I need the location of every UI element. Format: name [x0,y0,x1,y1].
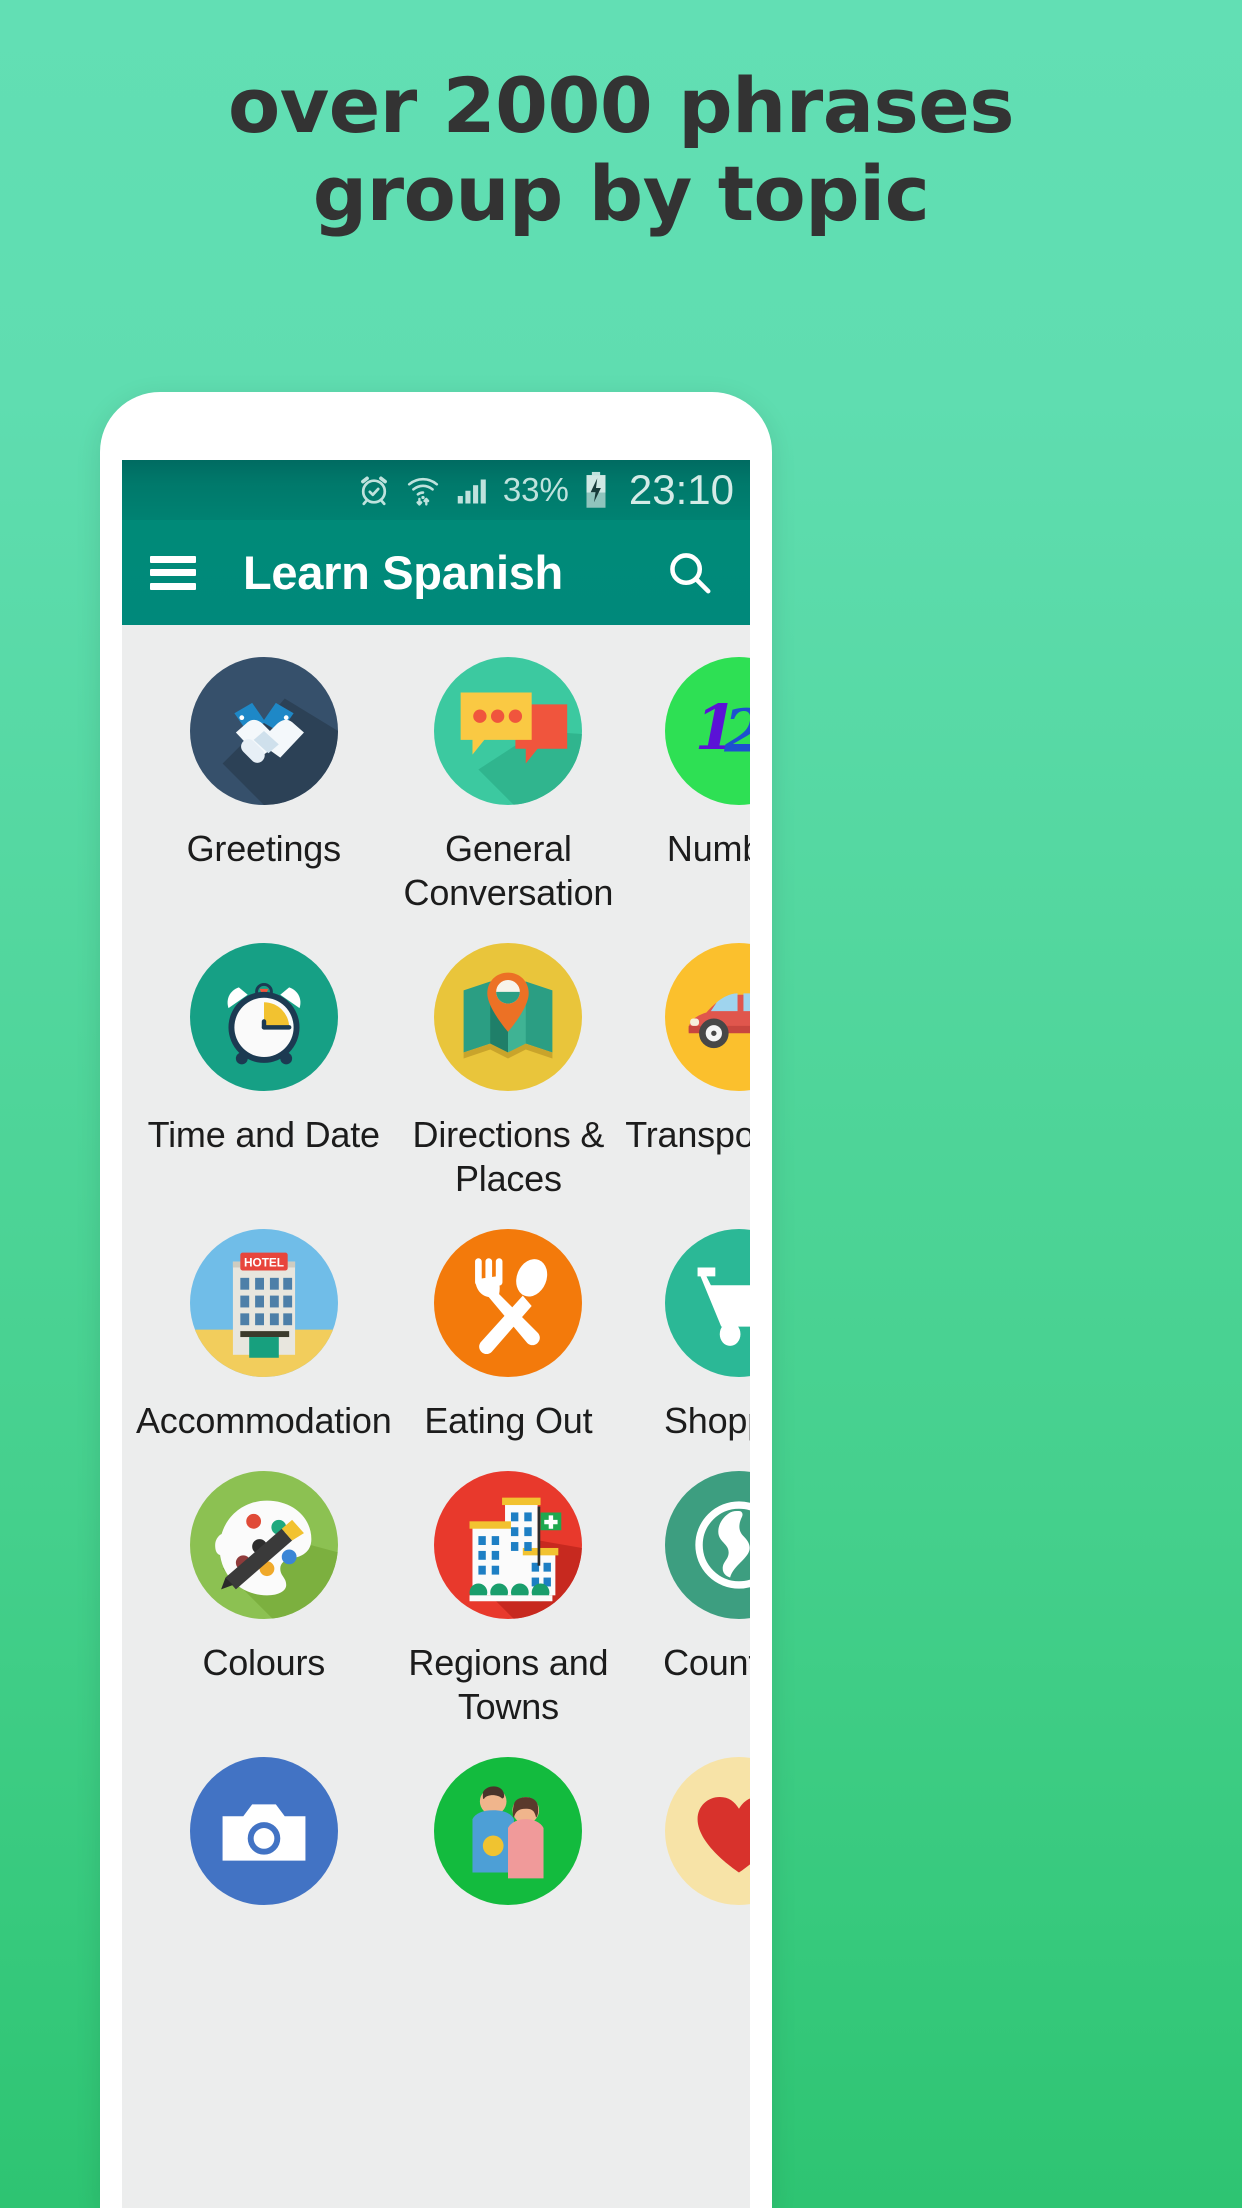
tile-label: Directions & Places [412,1114,605,1199]
handshake-icon [189,657,338,805]
alarm-clock-icon [189,943,338,1091]
city-buildings-icon [434,1471,583,1619]
speech-bubbles-icon [434,657,583,805]
tile-label: Eating Out [424,1400,593,1441]
app-bar: Learn Spanish [122,520,750,625]
shopping-cart-icon [665,1229,750,1377]
category-tile-time-and-date[interactable]: Time and Date [130,925,398,1211]
search-icon[interactable] [658,541,722,605]
phone-mockup: 33% 23:10 Learn Spanish Greetings Genera… [100,392,772,2208]
tile-label: Numbers [666,828,750,869]
category-tile-transportation[interactable]: Transportation [619,925,750,1211]
category-tile-family[interactable] [398,1739,620,1937]
category-tile-photography[interactable] [130,1739,398,1937]
tile-label: Shopping [663,1400,750,1441]
page-title: Learn Spanish [243,546,563,599]
promo-headline-line2: group by topic [312,149,930,238]
heart-arrow-icon [665,1757,750,1905]
tile-label: Regions and Towns [408,1642,609,1727]
category-tile-colours[interactable]: Colours [130,1453,398,1739]
category-tile-shopping[interactable]: Shopping [619,1211,750,1453]
alarm-clock-icon [356,472,392,508]
promo-headline-line1: over 2000 phrases [227,61,1015,150]
phone-screen: 33% 23:10 Learn Spanish Greetings Genera… [122,460,750,2208]
tile-label: Accommodation [136,1400,392,1441]
fork-spoon-icon [434,1229,583,1377]
one-two-three-icon: 1 2 3 [665,657,750,805]
svg-text:HOTEL: HOTEL [244,1256,284,1270]
promo-headline: over 2000 phrases group by topic [0,62,1242,238]
hamburger-menu-icon[interactable] [150,555,196,590]
tile-label: Colours [202,1642,326,1683]
battery-percent-label: 33% [502,471,569,508]
tile-label: Transportation [625,1114,750,1155]
status-bar: 33% 23:10 [122,460,750,520]
category-tile-general-conversation[interactable]: General Conversation [398,639,620,925]
couple-icon [434,1757,583,1905]
svg-text:2: 2 [723,696,750,766]
hotel-building-icon: HOTEL [189,1229,338,1377]
battery-charging-icon [582,471,610,509]
camera-icon [189,1757,338,1905]
category-tile-romance[interactable] [619,1739,750,1937]
category-grid: Greetings General Conversation 1 2 3 Num… [122,625,750,1937]
tile-label: Greetings [186,828,341,869]
cellular-signal-icon [454,472,490,508]
category-tile-greetings[interactable]: Greetings [130,639,398,925]
category-tile-numbers[interactable]: 1 2 3 Numbers [619,639,750,925]
car-icon [665,943,750,1091]
category-tile-directions-places[interactable]: Directions & Places [398,925,620,1211]
category-tile-regions-and-towns[interactable]: Regions and Towns [398,1453,620,1739]
paint-palette-icon [189,1471,338,1619]
category-tile-countries[interactable]: Countries [619,1453,750,1739]
folded-map-pin-icon [434,943,583,1091]
tile-label: Countries [663,1642,750,1683]
category-tile-eating-out[interactable]: Eating Out [398,1211,620,1453]
status-time: 23:10 [628,466,734,513]
tile-label: Time and Date [147,1114,380,1155]
category-tile-accommodation[interactable]: HOTEL Accommodation [130,1211,398,1453]
tile-label: General Conversation [403,828,614,913]
globe-icon [665,1471,750,1619]
wifi-transfer-icon [405,472,441,508]
